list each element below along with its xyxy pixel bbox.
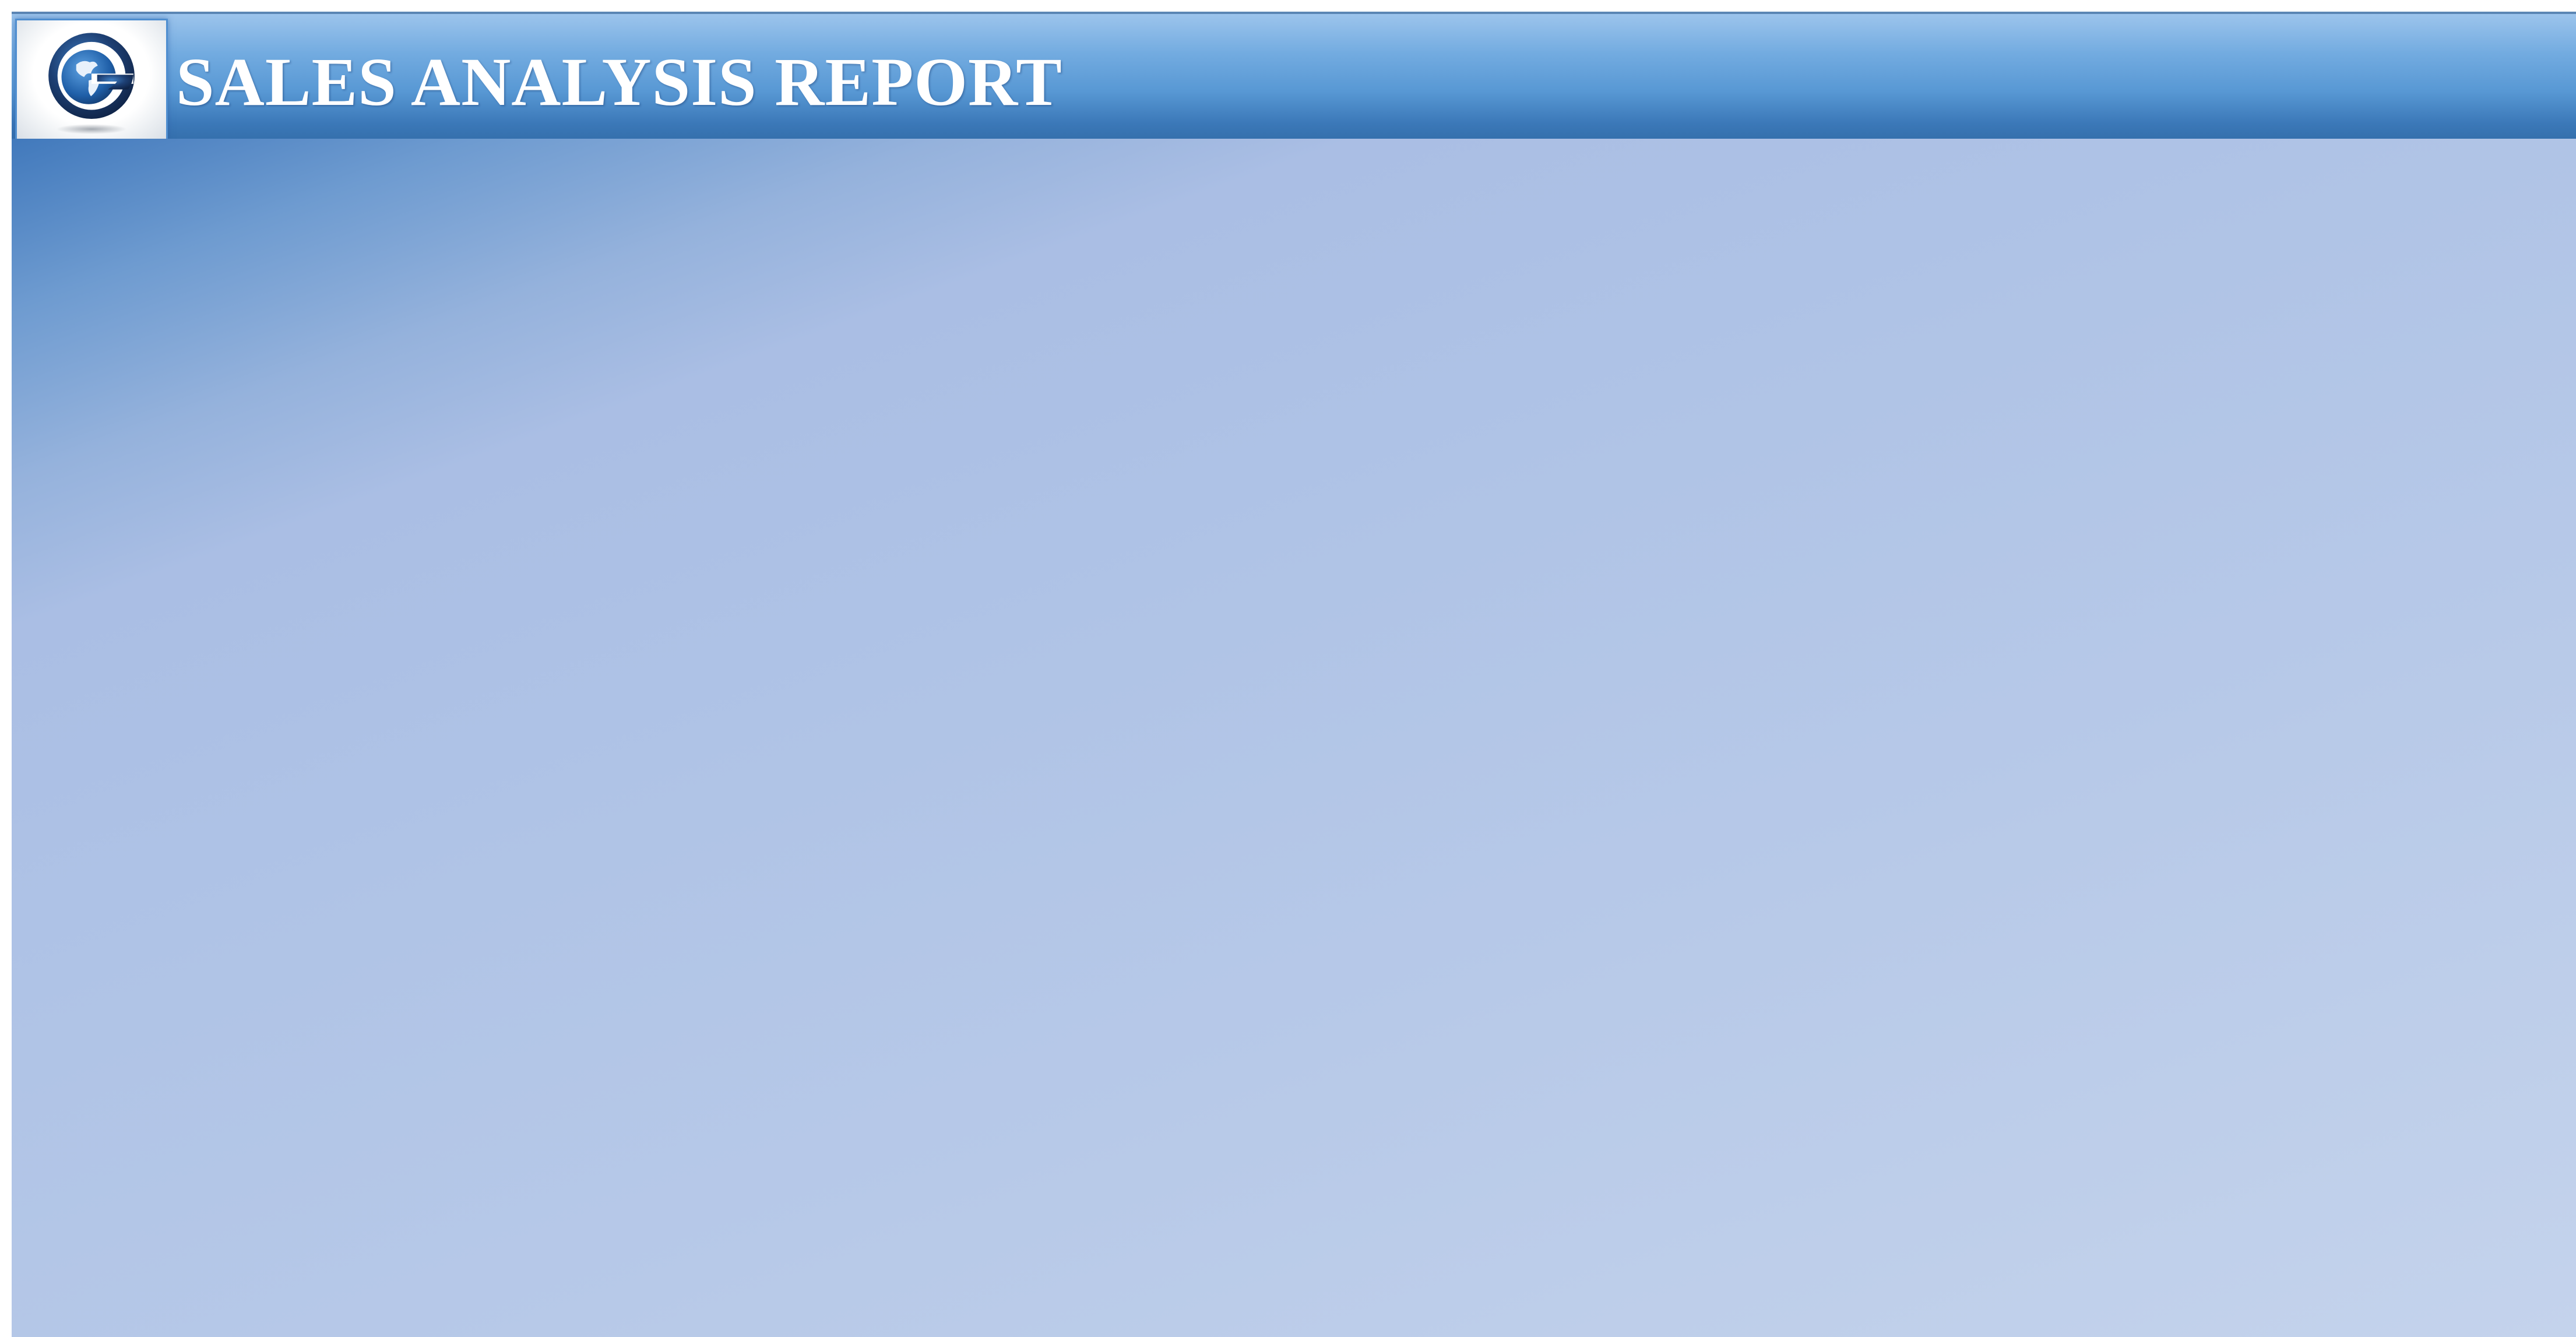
report-content-area <box>12 139 2576 1337</box>
company-logo <box>15 19 168 141</box>
report-window: SALES ANALYSIS REPORT <box>12 12 2576 1337</box>
title-bar: SALES ANALYSIS REPORT <box>12 12 2576 141</box>
page-title: SALES ANALYSIS REPORT <box>176 44 1062 120</box>
globe-g-logo-icon <box>48 33 135 135</box>
